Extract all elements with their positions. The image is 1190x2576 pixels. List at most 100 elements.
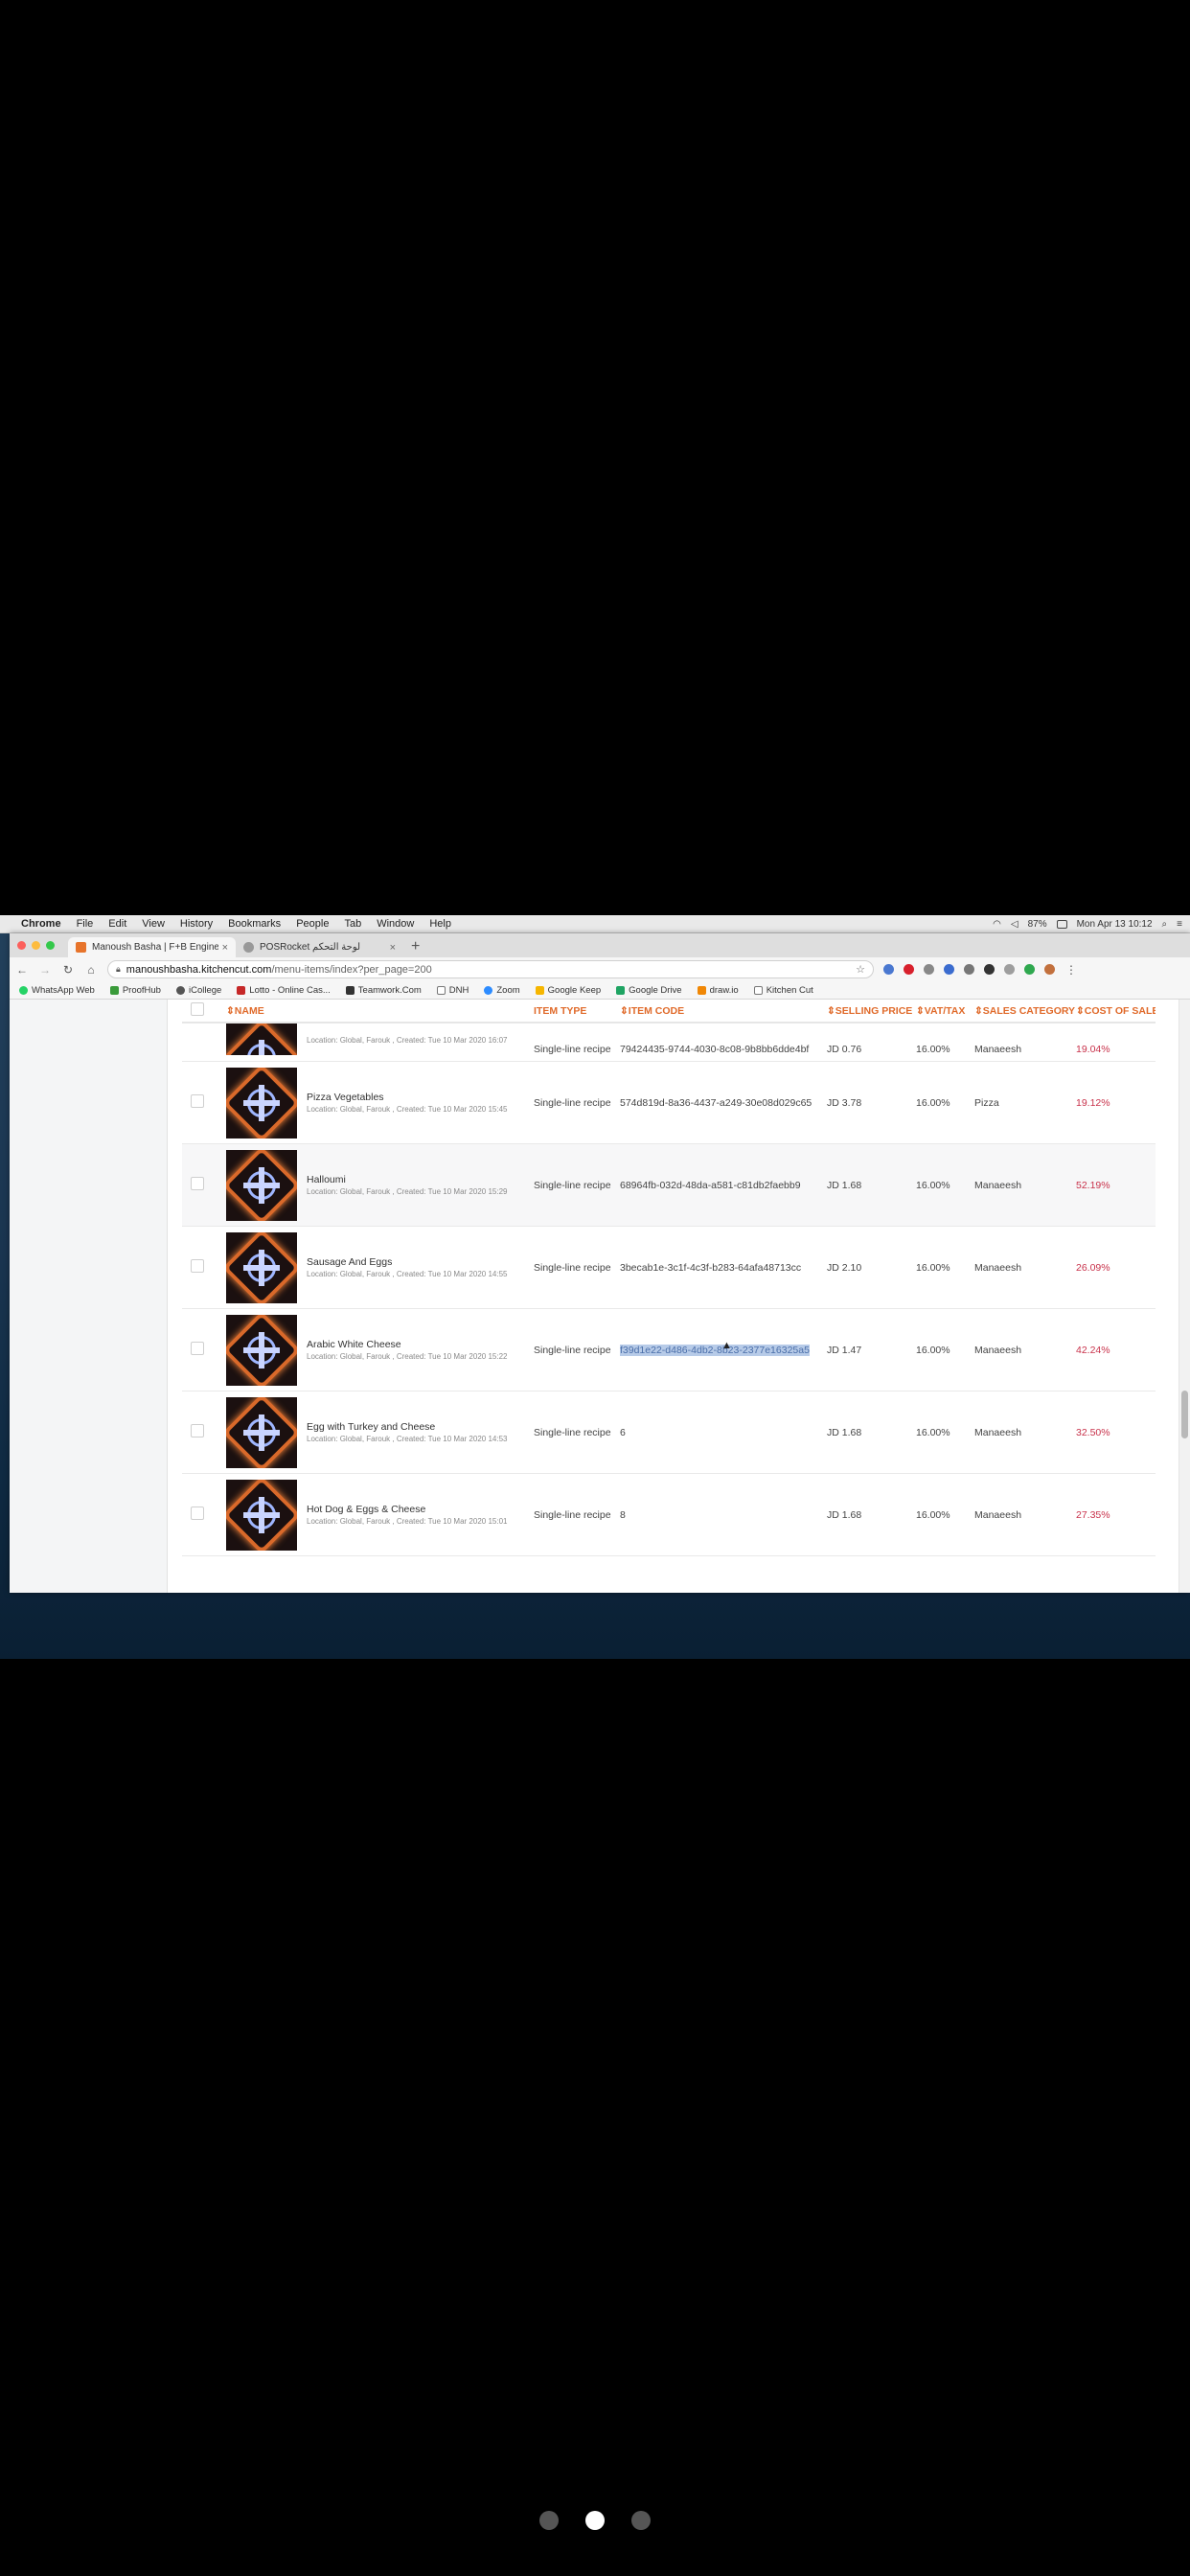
bookmark-item[interactable]: Google Drive: [616, 985, 682, 996]
extension-pinterest-icon[interactable]: [904, 964, 914, 975]
bookmark-item[interactable]: DNH: [436, 985, 469, 996]
item-name[interactable]: Arabic White Cheese: [307, 1339, 507, 1350]
item-thumbnail[interactable]: [226, 1479, 297, 1551]
item-meta: Location: Global, Farouk , Created: Tue …: [307, 1105, 508, 1114]
menu-history[interactable]: History: [180, 918, 213, 930]
menu-tab[interactable]: Tab: [344, 918, 361, 930]
item-thumbnail[interactable]: [226, 1396, 297, 1468]
address-bar[interactable]: 🔒︎ manoushbasha.kitchencut.com /menu-ite…: [107, 960, 874, 978]
window-controls: [17, 933, 55, 957]
bookmark-item[interactable]: Kitchen Cut: [753, 985, 813, 996]
row-checkbox[interactable]: [191, 1342, 204, 1355]
zoom-window-button[interactable]: [46, 941, 55, 950]
page-scrollbar[interactable]: [1179, 1000, 1190, 1593]
battery-icon[interactable]: [1056, 919, 1067, 929]
extension-camera-icon[interactable]: [964, 964, 974, 975]
menu-bookmarks[interactable]: Bookmarks: [228, 918, 281, 930]
bookmark-item[interactable]: Lotto - Online Cas...: [237, 985, 331, 996]
table-row[interactable]: Sausage And Eggs Location: Global, Farouk…: [182, 1227, 1156, 1309]
item-thumbnail[interactable]: [226, 1067, 297, 1138]
table-row[interactable]: Hot Dog & Eggs & Cheese Location: Global,…: [182, 1474, 1156, 1556]
pager-dot-active[interactable]: [585, 2511, 605, 2530]
extension-icon[interactable]: [944, 964, 954, 975]
item-code-selected[interactable]: f39d1e22-d486-4db2-8b23-2377e16325a5: [620, 1344, 810, 1356]
battery-percent: 87%: [1027, 918, 1047, 930]
header-selling-price[interactable]: ⇕SELLING PRICE: [827, 1005, 916, 1017]
tab-strip: Manoush Basha | F+B Engine × POSRocket ل…: [10, 933, 1190, 957]
vat-tax: 16.00%: [916, 1344, 950, 1356]
scrollbar-thumb[interactable]: [1181, 1391, 1188, 1438]
close-tab-icon[interactable]: ×: [222, 942, 228, 954]
header-sales-category[interactable]: ⇕SALES CATEGORY: [974, 1005, 1076, 1017]
item-thumbnail[interactable]: [226, 1149, 297, 1221]
profile-avatar[interactable]: [1044, 964, 1055, 975]
kebab-menu-icon[interactable]: ⋮: [1064, 963, 1078, 977]
header-item-code[interactable]: ⇕ITEM CODE: [620, 1005, 827, 1017]
bookmark-star-icon[interactable]: ☆: [856, 963, 865, 976]
table-row[interactable]: Location: Global, Farouk , Created: Tue …: [182, 1024, 1156, 1062]
home-icon[interactable]: ⌂: [84, 963, 98, 977]
bookmark-item[interactable]: WhatsApp Web: [19, 985, 95, 996]
folder-icon: [436, 985, 446, 995]
bookmark-item[interactable]: Zoom: [484, 985, 520, 996]
tab-posrocket[interactable]: POSRocket لوحة التحكم ×: [236, 937, 403, 957]
tab-manoush-basha[interactable]: Manoush Basha | F+B Engine ×: [68, 937, 236, 957]
google-drive-icon: [616, 985, 626, 995]
menu-view[interactable]: View: [142, 918, 165, 930]
notification-center-icon[interactable]: ≡: [1177, 919, 1182, 930]
row-checkbox[interactable]: [191, 1259, 204, 1273]
close-window-button[interactable]: [17, 941, 26, 950]
minimize-window-button[interactable]: [32, 941, 40, 950]
header-vat-tax[interactable]: ⇕VAT/TAX: [916, 1005, 974, 1017]
bookmark-item[interactable]: draw.io: [697, 985, 739, 996]
extension-grammarly-icon[interactable]: [1024, 964, 1035, 975]
extension-icon[interactable]: [924, 964, 934, 975]
item-code: 6: [620, 1426, 626, 1438]
menu-chrome[interactable]: Chrome: [21, 918, 61, 930]
volume-icon[interactable]: ◁: [1011, 919, 1018, 930]
row-checkbox[interactable]: [191, 1177, 204, 1190]
clock[interactable]: Mon Apr 13 10:12: [1077, 919, 1153, 930]
row-checkbox[interactable]: [191, 1506, 204, 1520]
extension-translate-icon[interactable]: [883, 964, 894, 975]
forward-icon[interactable]: →: [38, 963, 52, 977]
select-all-checkbox[interactable]: [191, 1002, 204, 1016]
lock-icon[interactable]: 🔒︎: [116, 964, 121, 975]
new-tab-button[interactable]: +: [411, 937, 420, 957]
extension-icon[interactable]: [1004, 964, 1015, 975]
back-icon[interactable]: ←: [15, 963, 29, 977]
bookmark-item[interactable]: ProofHub: [109, 985, 161, 996]
sales-category: Manaeesh: [974, 1044, 1022, 1055]
search-icon[interactable]: ⌕: [1162, 919, 1168, 930]
bookmark-item[interactable]: iCollege: [175, 985, 221, 996]
table-row[interactable]: Pizza Vegetables Location: Global, Farouk…: [182, 1062, 1156, 1144]
extension-icon[interactable]: [984, 964, 995, 975]
row-checkbox[interactable]: [191, 1424, 204, 1438]
bookmark-item[interactable]: Google Keep: [535, 985, 601, 996]
menu-window[interactable]: Window: [377, 918, 414, 930]
reload-icon[interactable]: ↻: [61, 963, 75, 977]
item-thumbnail[interactable]: [226, 1314, 297, 1386]
item-thumbnail[interactable]: [226, 1231, 297, 1303]
menu-people[interactable]: People: [296, 918, 329, 930]
item-name[interactable]: Sausage And Eggs: [307, 1256, 507, 1268]
table-row[interactable]: Egg with Turkey and Cheese Location: Glob…: [182, 1392, 1156, 1474]
table-row[interactable]: Halloumi Location: Global, Farouk , Creat…: [182, 1144, 1156, 1227]
selling-price: JD 1.68: [827, 1508, 862, 1521]
item-name[interactable]: Hot Dog & Eggs & Cheese: [307, 1504, 507, 1515]
row-checkbox[interactable]: [191, 1094, 204, 1108]
item-name[interactable]: Halloumi: [307, 1174, 507, 1185]
menu-edit[interactable]: Edit: [108, 918, 126, 930]
menu-file[interactable]: File: [77, 918, 94, 930]
pager-dot[interactable]: [631, 2511, 651, 2530]
table-row[interactable]: Arabic White Cheese Location: Global, Far…: [182, 1309, 1156, 1392]
header-name[interactable]: ⇕NAME: [226, 1005, 534, 1017]
wifi-icon[interactable]: ◠: [993, 919, 1001, 930]
item-name[interactable]: Egg with Turkey and Cheese: [307, 1421, 507, 1433]
bookmark-item[interactable]: Teamwork.Com: [345, 985, 422, 996]
header-cost-of-sale[interactable]: ⇕COST OF SALE: [1076, 1005, 1156, 1017]
menu-help[interactable]: Help: [429, 918, 451, 930]
close-tab-icon[interactable]: ×: [390, 942, 396, 954]
item-name[interactable]: Pizza Vegetables: [307, 1092, 507, 1103]
pager-dot[interactable]: [539, 2511, 559, 2530]
